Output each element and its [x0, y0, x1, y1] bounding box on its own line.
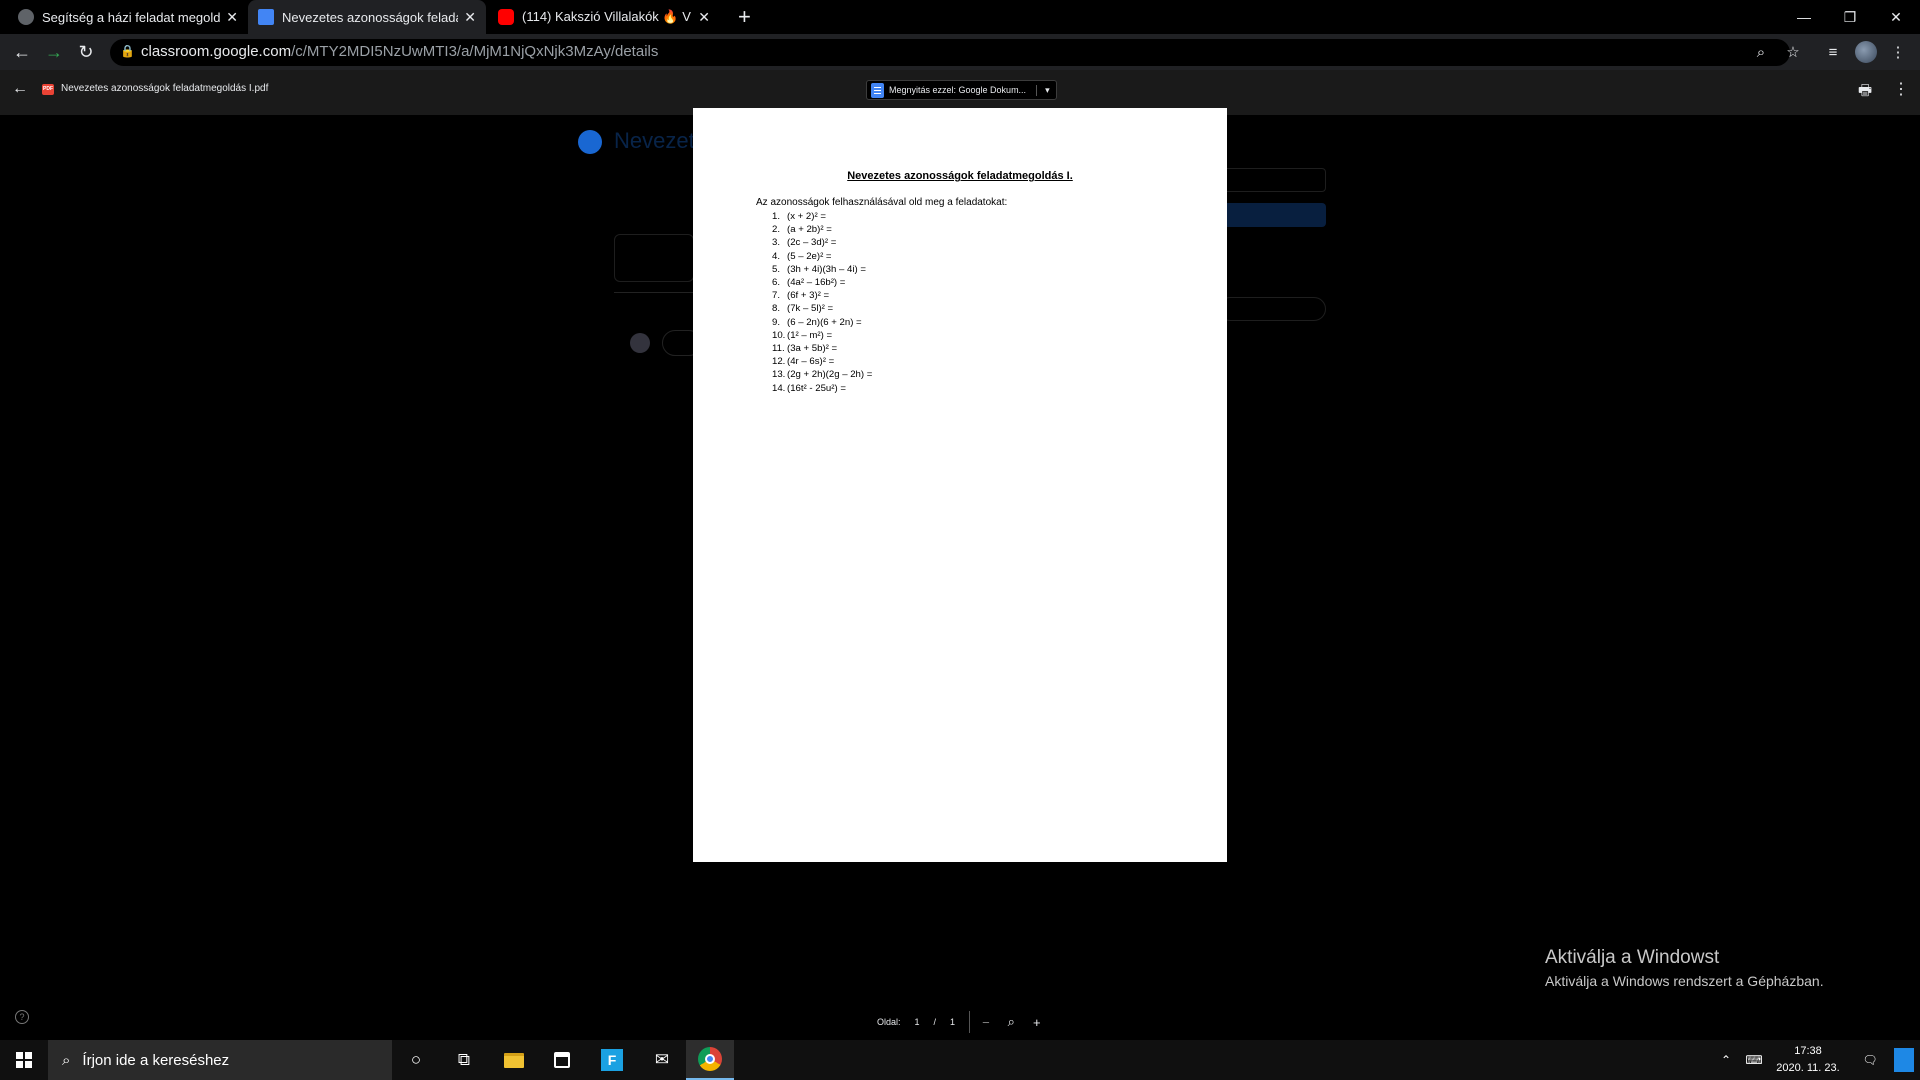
restore-button[interactable]: ❐ — [1827, 0, 1873, 34]
list-item: 5. (3h + 4i)(3h – 4i) = — [772, 263, 866, 275]
tray-chevron-icon[interactable]: ⌃ — [1714, 1040, 1738, 1080]
list-item: 2. (a + 2b)² = — [772, 224, 832, 236]
url-path: /c/MTY2MDI5NzUwMTI3/a/MjM1NjQxNjk3MzAy/d… — [291, 43, 659, 60]
activation-title: Aktiválja a Windowst — [1545, 947, 1720, 968]
help-icon[interactable]: ? — [15, 1010, 29, 1024]
windows-activation-watermark: Aktiválja a Windowst Aktiválja a Windows… — [1545, 947, 1824, 989]
minimize-button[interactable]: — — [1781, 0, 1827, 34]
list-item: 9. (6 – 2n)(6 + 2n) = — [772, 316, 862, 328]
lock-icon[interactable]: 🔒 — [120, 44, 135, 58]
pdf-page: Nevezetes azonosságok feladatmegoldás I.… — [693, 108, 1227, 862]
open-with-dropdown-icon[interactable]: ▾ — [1036, 84, 1050, 96]
tab-title: Segítség a házi feladat megoldás — [42, 9, 221, 25]
background-add-button — [1218, 168, 1326, 192]
star-icon[interactable]: ☆ — [1780, 39, 1806, 65]
document-intro: Az azonosságok felhasználásával old meg … — [756, 197, 1008, 208]
background-comment-input — [1218, 297, 1326, 321]
site-favicon-icon — [18, 9, 34, 25]
profile-avatar[interactable] — [1855, 41, 1877, 63]
forward-icon[interactable]: → — [38, 34, 70, 70]
taskbar-search-box[interactable]: ⌕ Írjon ide a kereséshez — [48, 1040, 392, 1080]
list-item: 7. (6f + 3)² = — [772, 290, 830, 302]
tab-close-icon[interactable]: ✕ — [226, 9, 238, 26]
classroom-favicon-icon — [258, 9, 274, 25]
zoom-in-icon[interactable]: + — [1033, 1015, 1041, 1030]
search-placeholder: Írjon ide a kereséshez — [82, 1051, 230, 1069]
page-label: Oldal: — [877, 1017, 901, 1027]
page-total: 1 — [950, 1017, 956, 1027]
assignment-icon — [578, 130, 602, 154]
background-avatar — [630, 333, 650, 353]
page-controls: Oldal: 1 / 1 − ⌕ + — [877, 1011, 1059, 1033]
tab-nevezetes[interactable]: Nevezetes azonosságok feladatm ✕ — [248, 0, 486, 34]
pager-divider — [969, 1011, 971, 1033]
file-explorer-icon[interactable] — [490, 1040, 538, 1080]
list-item: 12. (4r – 6s)² = — [772, 356, 835, 368]
list-item: 10. (1² – m²) = — [772, 329, 833, 341]
back-icon[interactable]: ← — [6, 34, 38, 70]
google-docs-icon — [871, 82, 884, 98]
open-with-button[interactable]: Megnyitás ezzel: Google Dokum... ▾ — [866, 80, 1057, 100]
clock-time: 17:38 — [1794, 1045, 1822, 1057]
exercise-list: 1. (x + 2)² = 2. (a + 2b)² = 3. (2c – 3d)² … — [772, 210, 872, 395]
list-item: 6. (4a² – 16b²) = — [772, 277, 846, 289]
list-item: 8. (7k – 5l)² = — [772, 303, 834, 315]
viewer-more-icon[interactable]: ⋮ — [1893, 79, 1909, 99]
list-item: 13. (2g + 2h)(2g – 2h) = — [772, 369, 873, 381]
more-icon[interactable]: ⋮ — [1885, 39, 1911, 65]
f-app-icon[interactable]: F — [588, 1040, 636, 1080]
action-center-icon[interactable]: 🗨 — [1852, 1040, 1888, 1080]
tab-segitseg[interactable]: Segítség a házi feladat megoldás ✕ — [8, 0, 248, 34]
page-separator: / — [933, 1017, 937, 1027]
notification-indicator[interactable] — [1894, 1048, 1914, 1072]
print-icon[interactable]: 🖶 — [1858, 80, 1872, 105]
new-tab-button[interactable]: + — [738, 4, 751, 30]
close-window-button[interactable]: ✕ — [1873, 0, 1919, 34]
viewer-filename: Nevezetes azonosságok feladatmegoldás I.… — [61, 83, 269, 94]
cortana-icon[interactable]: ○ — [392, 1040, 440, 1080]
taskbar-clock[interactable]: 17:38 2020. 11. 23. — [1768, 1043, 1848, 1077]
zoom-icon[interactable]: ⌕ — [1748, 39, 1774, 65]
background-submit-button — [1218, 203, 1326, 227]
media-icon[interactable]: ≡ — [1820, 39, 1846, 65]
tab-title: (114) Kakszió Villalakók 🔥 V — [522, 9, 691, 24]
activation-subtitle: Aktiválja a Windows rendszert a Gépházba… — [1545, 973, 1824, 989]
list-item: 11. (3a + 5b)² = — [772, 343, 838, 355]
task-view-icon[interactable]: ⧉ — [440, 1040, 488, 1080]
reload-icon[interactable]: ↻ — [70, 34, 102, 70]
list-item: 3. (2c – 3d)² = — [772, 237, 837, 249]
start-button[interactable] — [0, 1040, 48, 1080]
list-item: 1. (x + 2)² = — [772, 211, 826, 222]
list-item: 14. (16t² - 25u²) = — [772, 382, 846, 394]
tab-close-icon[interactable]: ✕ — [464, 9, 476, 26]
search-icon: ⌕ — [62, 1051, 71, 1069]
keyboard-icon[interactable]: ⌨ — [1740, 1040, 1768, 1080]
zoom-magnifier-icon[interactable]: ⌕ — [1008, 1014, 1015, 1030]
mail-icon[interactable]: ✉ — [638, 1040, 686, 1080]
page-current[interactable]: 1 — [915, 1017, 920, 1027]
tab-title: Nevezetes azonosságok feladatm — [282, 9, 459, 25]
tab-youtube[interactable]: (114) Kakszió Villalakók 🔥 V ✕ — [488, 0, 720, 34]
windows-logo-icon — [16, 1052, 32, 1068]
background-divider — [614, 292, 694, 293]
zoom-out-icon[interactable]: − — [982, 1015, 990, 1030]
close-viewer-back-icon[interactable]: ← — [12, 80, 28, 98]
pdf-file-icon: PDF — [42, 84, 54, 95]
tab-close-icon[interactable]: ✕ — [698, 9, 710, 26]
url-domain: classroom.google.com — [141, 43, 292, 60]
store-icon[interactable] — [538, 1040, 586, 1080]
open-with-label: Megnyitás ezzel: Google Dokum... — [889, 85, 1027, 95]
background-attachment-card — [614, 234, 694, 282]
url-text[interactable]: classroom.google.com/c/MTY2MDI5NzUwMTI3/… — [141, 43, 658, 60]
youtube-favicon-icon — [498, 9, 514, 25]
clock-date: 2020. 11. 23. — [1776, 1062, 1840, 1074]
list-item: 4. (5 – 2e)² = — [772, 250, 832, 262]
chrome-icon[interactable] — [686, 1040, 734, 1080]
document-title: Nevezetes azonosságok feladatmegoldás I. — [847, 170, 1073, 182]
